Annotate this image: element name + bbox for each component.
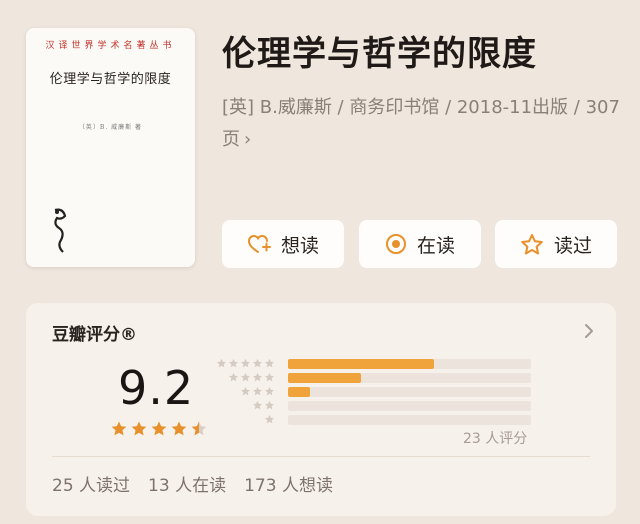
reading-button[interactable]: 在读: [359, 220, 481, 268]
distribution-bar-track: [288, 387, 531, 397]
small-star-icon: [241, 358, 250, 368]
publisher-logo-icon: [54, 208, 67, 253]
rating-title: 豆瓣评分®: [52, 325, 137, 345]
stat-read[interactable]: 25 人读过: [52, 471, 130, 496]
distribution-bar-fill: [288, 359, 434, 369]
divider: [52, 456, 590, 457]
want-to-read-button[interactable]: 想读: [222, 220, 344, 268]
rating-stars: [110, 420, 208, 438]
cover-title: 伦理学与哲学的限度: [49, 72, 172, 87]
distribution-row: [217, 358, 540, 371]
small-star-icon: [265, 400, 274, 410]
small-star-icon: [253, 386, 262, 396]
distribution-stars: [252, 400, 275, 411]
cover-series: 汉译世界学术名著丛书: [45, 41, 176, 51]
stat-reading[interactable]: 13 人在读: [148, 471, 226, 496]
target-icon: [385, 234, 406, 254]
book-meta[interactable]: [英] B.威廉斯 / 商务印书馆 / 2018-11出版 / 307页 ›: [222, 92, 622, 156]
distribution-row: [220, 386, 540, 399]
cover-author: 〔英〕B. 威廉斯 著: [78, 124, 143, 131]
meta-chevron-icon: ›: [244, 129, 252, 150]
book-cover[interactable]: 汉译世界学术名著丛书 伦理学与哲学的限度 〔英〕B. 威廉斯 著: [26, 28, 195, 267]
rating-card[interactable]: 豆瓣评分® 9.2 23 人评分 25 人读过 13 人在读 173 人想读: [26, 303, 616, 516]
distribution-bar-track: [288, 415, 531, 425]
small-star-icon: [217, 358, 226, 368]
star-filled-icon: [131, 421, 147, 436]
have-read-label: 读过: [553, 234, 592, 257]
distribution-stars: [264, 414, 275, 425]
have-read-button[interactable]: 读过: [495, 220, 617, 268]
book-title: 伦理学与哲学的限度: [222, 34, 537, 74]
star-filled-icon: [171, 421, 187, 436]
distribution-row: [220, 414, 540, 427]
small-star-icon: [253, 358, 262, 368]
small-star-icon: [253, 372, 262, 382]
distribution-row: [220, 400, 540, 413]
rating-total: 23 人评分: [463, 431, 528, 447]
reading-label: 在读: [416, 234, 455, 257]
distribution-stars: [240, 386, 275, 397]
small-star-icon: [265, 358, 274, 368]
stat-want[interactable]: 173 人想读: [244, 471, 333, 496]
distribution-bar-track: [288, 401, 531, 411]
small-star-icon: [229, 372, 238, 382]
reader-stats: 25 人读过 13 人在读 173 人想读: [52, 471, 333, 496]
small-star-icon: [229, 358, 238, 368]
chevron-right-icon[interactable]: [584, 323, 594, 339]
heart-plus-icon: [247, 234, 271, 253]
distribution-bar-track: [288, 359, 531, 369]
small-star-icon: [265, 372, 274, 382]
distribution-stars: [216, 358, 275, 369]
distribution-bar-fill: [288, 373, 361, 383]
want-to-read-label: 想读: [280, 234, 319, 257]
distribution-bar-track: [288, 373, 531, 383]
distribution-row: [220, 372, 540, 385]
book-meta-text: [英] B.威廉斯 / 商务印书馆 / 2018-11出版 / 307页: [222, 97, 620, 150]
small-star-icon: [241, 386, 250, 396]
distribution-bar-fill: [288, 387, 310, 397]
small-star-icon: [265, 414, 274, 424]
star-filled-icon: [111, 421, 127, 436]
small-star-icon: [265, 386, 274, 396]
star-filled-icon: [151, 421, 167, 436]
distribution-stars: [228, 372, 275, 383]
rating-score: 9.2: [118, 361, 195, 415]
small-star-icon: [241, 372, 250, 382]
star-outline-icon: [521, 233, 543, 254]
star-half-icon: [191, 421, 207, 436]
small-star-icon: [253, 400, 262, 410]
